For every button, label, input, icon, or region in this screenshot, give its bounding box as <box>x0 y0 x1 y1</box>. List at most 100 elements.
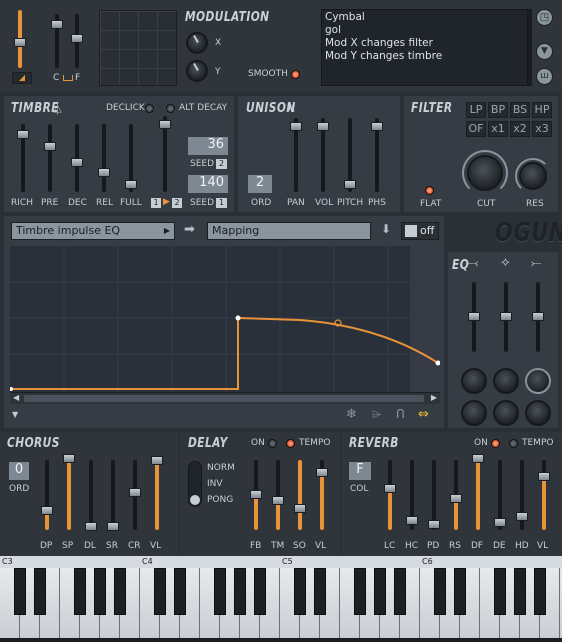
seed-top-display[interactable]: 36 <box>188 137 228 155</box>
black-key[interactable] <box>14 568 26 615</box>
delay-on-led[interactable] <box>268 438 277 449</box>
black-key[interactable] <box>434 568 446 615</box>
black-key[interactable] <box>354 568 366 615</box>
preset-menu-icon[interactable]: ▼ <box>536 43 553 60</box>
reverb-pd-slider[interactable] <box>428 460 440 530</box>
lfo-slider-f[interactable] <box>71 14 83 68</box>
seed-bottom-badge[interactable]: 1 <box>216 198 227 208</box>
filter-type-hp[interactable]: HP <box>532 102 552 118</box>
unison-order-display[interactable]: 2 <box>248 175 272 193</box>
rel-slider[interactable] <box>98 124 110 192</box>
flat-led[interactable] <box>425 185 434 196</box>
timbre-extra-slider[interactable] <box>159 116 171 192</box>
dec-slider[interactable] <box>71 124 83 192</box>
black-key[interactable] <box>94 568 106 615</box>
snowflake-icon[interactable]: ❄ <box>346 407 357 422</box>
filter-type-bs[interactable]: BS <box>510 102 530 118</box>
morph-toggle[interactable]: off <box>401 222 439 240</box>
chorus-order-display[interactable]: 0 <box>9 462 29 480</box>
delay-tm-slider[interactable] <box>272 460 284 530</box>
eq-high-width-knob[interactable] <box>525 400 551 426</box>
envelope-graph[interactable] <box>10 246 440 392</box>
chorus-sr-slider[interactable] <box>107 460 119 531</box>
full-slider[interactable] <box>125 124 137 192</box>
scroll-left-icon[interactable]: ◀ <box>13 393 19 402</box>
eq-low-freq-knob[interactable] <box>461 368 487 394</box>
black-key[interactable] <box>494 568 506 615</box>
delay-vl-slider[interactable] <box>316 460 328 530</box>
target-select[interactable]: Mapping <box>207 222 371 240</box>
res-knob[interactable] <box>519 162 547 190</box>
filter-mode-x1[interactable]: x1 <box>488 121 508 137</box>
eq-mid-slider[interactable] <box>500 282 512 352</box>
pitch-slider[interactable] <box>14 10 26 68</box>
delay-mode-inv[interactable]: INV <box>207 479 223 489</box>
scroll-right-icon[interactable]: ▶ <box>431 393 437 402</box>
delay-mode-thumb[interactable] <box>190 495 200 505</box>
reverb-vl-slider[interactable] <box>538 460 550 530</box>
notes-box[interactable]: Cymbal gol Mod X changes filter Mod Y ch… <box>321 9 528 86</box>
black-key[interactable] <box>534 568 546 615</box>
smooth-led[interactable] <box>291 69 300 80</box>
black-key[interactable] <box>174 568 186 615</box>
reverb-de-slider[interactable] <box>494 460 506 530</box>
delay-mode-pong[interactable]: PONG <box>207 495 233 505</box>
black-key[interactable] <box>234 568 246 615</box>
lfo-slider-c[interactable] <box>51 14 63 68</box>
black-key[interactable] <box>374 568 386 615</box>
reverb-hc-slider[interactable] <box>406 460 418 530</box>
black-key[interactable] <box>154 568 166 615</box>
magnet-icon[interactable]: Ո <box>396 407 405 421</box>
filter-mode-of[interactable]: OF <box>466 121 486 137</box>
black-key[interactable] <box>214 568 226 615</box>
eq-low-slider[interactable] <box>468 282 480 352</box>
black-key[interactable] <box>114 568 126 615</box>
tag-icon[interactable]: ⌲ <box>372 407 381 422</box>
reverb-rs-slider[interactable] <box>450 460 462 530</box>
phs-slider[interactable] <box>371 118 383 192</box>
black-key[interactable] <box>394 568 406 615</box>
eq-high-slider[interactable] <box>532 282 544 352</box>
declick-led[interactable] <box>145 103 154 114</box>
timbre-page-b[interactable]: 2 <box>172 198 182 208</box>
chorus-dp-slider[interactable] <box>41 460 53 530</box>
seed-top-badge[interactable]: 2 <box>216 159 227 169</box>
piano-roll-icon[interactable]: ш <box>536 68 553 85</box>
black-key[interactable] <box>514 568 526 615</box>
black-key[interactable] <box>34 568 46 615</box>
filter-mode-x2[interactable]: x2 <box>510 121 530 137</box>
filter-type-bp[interactable]: BP <box>488 102 508 118</box>
black-key[interactable] <box>74 568 86 615</box>
alt-decay-led[interactable] <box>166 103 175 114</box>
chorus-sp-slider[interactable] <box>63 454 75 530</box>
delay-so-slider[interactable] <box>294 460 306 530</box>
reverb-hd-slider[interactable] <box>516 460 528 530</box>
delay-mode-norm[interactable]: NORM <box>207 463 235 473</box>
chorus-vl-slider[interactable] <box>151 456 163 530</box>
reverb-color-display[interactable]: F <box>349 462 371 480</box>
delay-fb-slider[interactable] <box>250 460 262 530</box>
black-key[interactable] <box>314 568 326 615</box>
eq-mid-freq-knob[interactable] <box>493 368 519 394</box>
delay-tempo-led[interactable] <box>286 438 295 449</box>
scroll-thumb[interactable] <box>24 395 424 402</box>
vol-slider[interactable] <box>317 118 329 192</box>
rich-slider[interactable] <box>17 124 29 192</box>
source-select[interactable]: Timbre impulse EQ ▶ <box>11 222 175 240</box>
black-key[interactable] <box>294 568 306 615</box>
reverb-on-led[interactable] <box>491 438 500 449</box>
pitch-slider-unison[interactable] <box>344 118 356 192</box>
black-key[interactable] <box>454 568 466 615</box>
graph-menu-icon[interactable]: ▼ <box>12 410 18 419</box>
filter-mode-x3[interactable]: x3 <box>532 121 552 137</box>
xy-pad[interactable] <box>99 10 177 86</box>
notes-scrollbar[interactable] <box>528 9 532 86</box>
eq-low-width-knob[interactable] <box>461 400 487 426</box>
cut-knob[interactable] <box>467 155 503 191</box>
chorus-dl-slider[interactable] <box>85 460 97 531</box>
arp-button[interactable]: ◢ <box>12 72 32 84</box>
reverb-df-slider[interactable] <box>472 454 484 530</box>
snapshot-button[interactable]: ◳ <box>536 9 553 26</box>
graph-scrollbar[interactable]: ◀ ▶ <box>10 392 440 404</box>
seed-bottom-display[interactable]: 140 <box>188 175 228 193</box>
